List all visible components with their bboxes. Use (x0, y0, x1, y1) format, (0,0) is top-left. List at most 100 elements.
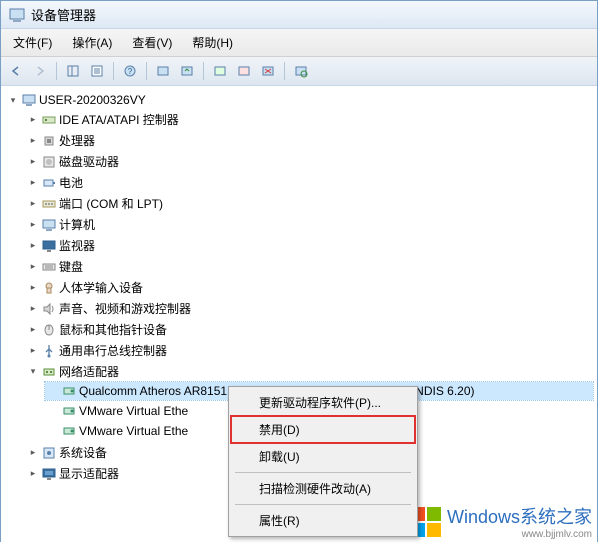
device-node-cat-2[interactable]: ▸ 磁盘驱动器 (25, 152, 593, 171)
device-label: 声音、视频和游戏控制器 (59, 300, 191, 317)
expand-icon[interactable]: ▸ (27, 156, 39, 168)
titlebar: 设备管理器 (1, 1, 597, 29)
ctx-disable[interactable]: 禁用(D) (231, 416, 415, 443)
device-label: VMware Virtual Ethe (79, 404, 188, 418)
network-icon (41, 364, 57, 380)
device-node-cat-10[interactable]: ▸ 鼠标和其他指针设备 (25, 320, 593, 339)
expand-icon[interactable]: ▸ (27, 447, 39, 459)
device-label: 电池 (59, 174, 83, 191)
cpu-icon (41, 133, 57, 149)
expand-icon[interactable]: ▸ (27, 114, 39, 126)
device-label: IDE ATA/ATAPI 控制器 (59, 111, 179, 128)
root-label: USER-20200326VY (39, 93, 146, 107)
expand-icon[interactable]: ▸ (27, 135, 39, 147)
expand-icon[interactable]: ▸ (27, 261, 39, 273)
sound-icon (41, 301, 57, 317)
ctx-update-driver[interactable]: 更新驱动程序软件(P)... (231, 389, 415, 416)
expand-icon[interactable]: ▸ (27, 198, 39, 210)
scan-button[interactable] (152, 60, 174, 82)
system-icon (41, 445, 57, 461)
device-label: 监视器 (59, 237, 95, 254)
help-button[interactable]: ? (119, 60, 141, 82)
show-hide-button[interactable] (62, 60, 84, 82)
port-icon (41, 196, 57, 212)
watermark-text: Windows系统之家 (447, 503, 592, 529)
back-button[interactable] (5, 60, 27, 82)
toolbar: ? (1, 57, 597, 86)
device-label: 显示适配器 (59, 465, 119, 482)
properties-button[interactable] (86, 60, 108, 82)
device-node-cat-0[interactable]: ▸ IDE ATA/ATAPI 控制器 (25, 110, 593, 129)
battery-icon (41, 175, 57, 191)
display-icon (41, 466, 57, 482)
separator (203, 62, 204, 80)
root-computer-node[interactable]: ▾ USER-20200326VY (5, 91, 593, 109)
disable-button[interactable] (233, 60, 255, 82)
mouse-icon (41, 322, 57, 338)
device-node-cat-8[interactable]: ▸ 人体学输入设备 (25, 278, 593, 297)
ctx-scan-hardware[interactable]: 扫描检测硬件改动(A) (231, 475, 415, 502)
ctx-uninstall[interactable]: 卸载(U) (231, 443, 415, 470)
expand-icon[interactable]: ▸ (27, 324, 39, 336)
nic-icon (61, 403, 77, 419)
collapse-icon[interactable]: ▾ (7, 94, 19, 106)
device-node-cat-1[interactable]: ▸ 处理器 (25, 131, 593, 150)
usb-icon (41, 343, 57, 359)
menu-help[interactable]: 帮助(H) (184, 32, 241, 53)
hid-icon (41, 280, 57, 296)
menu-file[interactable]: 文件(F) (5, 32, 60, 53)
collapse-icon[interactable]: ▾ (27, 366, 39, 378)
device-node-network[interactable]: ▾ 网络适配器 (25, 362, 593, 381)
menu-action[interactable]: 操作(A) (64, 32, 120, 53)
svg-text:?: ? (128, 67, 133, 76)
menu-view[interactable]: 查看(V) (124, 32, 180, 53)
uninstall-button[interactable] (257, 60, 279, 82)
scan-hardware-button[interactable] (290, 60, 312, 82)
expand-icon[interactable]: ▸ (27, 177, 39, 189)
device-label: 网络适配器 (59, 363, 119, 380)
device-node-cat-3[interactable]: ▸ 电池 (25, 173, 593, 192)
disk-icon (41, 154, 57, 170)
expand-icon[interactable]: ▸ (27, 282, 39, 294)
computer-icon (21, 92, 37, 108)
ctx-separator (235, 504, 411, 505)
device-node-cat-7[interactable]: ▸ 键盘 (25, 257, 593, 276)
separator (284, 62, 285, 80)
context-menu: 更新驱动程序软件(P)... 禁用(D) 卸载(U) 扫描检测硬件改动(A) 属… (228, 386, 418, 537)
expand-icon[interactable]: ▸ (27, 345, 39, 357)
device-label: 磁盘驱动器 (59, 153, 119, 170)
monitor-icon (41, 238, 57, 254)
enable-button[interactable] (209, 60, 231, 82)
expand-icon[interactable]: ▸ (27, 468, 39, 480)
nic-icon (61, 383, 77, 399)
watermark: Windows系统之家 www.bjjmlv.com (411, 503, 592, 540)
keyboard-icon (41, 259, 57, 275)
device-label: 计算机 (59, 216, 95, 233)
menubar: 文件(F) 操作(A) 查看(V) 帮助(H) (1, 29, 597, 57)
expand-icon[interactable]: ▸ (27, 303, 39, 315)
controller-icon (41, 112, 57, 128)
device-label: 人体学输入设备 (59, 279, 143, 296)
app-icon (9, 7, 25, 23)
ctx-separator (235, 472, 411, 473)
update-button[interactable] (176, 60, 198, 82)
ctx-properties[interactable]: 属性(R) (231, 507, 415, 534)
device-label: 鼠标和其他指针设备 (59, 321, 167, 338)
device-label: 通用串行总线控制器 (59, 342, 167, 359)
window-title: 设备管理器 (31, 5, 96, 24)
device-node-cat-11[interactable]: ▸ 通用串行总线控制器 (25, 341, 593, 360)
separator (56, 62, 57, 80)
watermark-url: www.bjjmlv.com (522, 529, 592, 540)
expand-icon[interactable]: ▸ (27, 240, 39, 252)
computer-icon (41, 217, 57, 233)
forward-button[interactable] (29, 60, 51, 82)
expand-icon[interactable]: ▸ (27, 219, 39, 231)
separator (113, 62, 114, 80)
device-label: 处理器 (59, 132, 95, 149)
device-node-cat-9[interactable]: ▸ 声音、视频和游戏控制器 (25, 299, 593, 318)
device-node-cat-5[interactable]: ▸ 计算机 (25, 215, 593, 234)
device-node-cat-6[interactable]: ▸ 监视器 (25, 236, 593, 255)
device-node-cat-4[interactable]: ▸端口 (COM 和 LPT) (25, 194, 593, 213)
separator (146, 62, 147, 80)
device-label: 键盘 (59, 258, 83, 275)
